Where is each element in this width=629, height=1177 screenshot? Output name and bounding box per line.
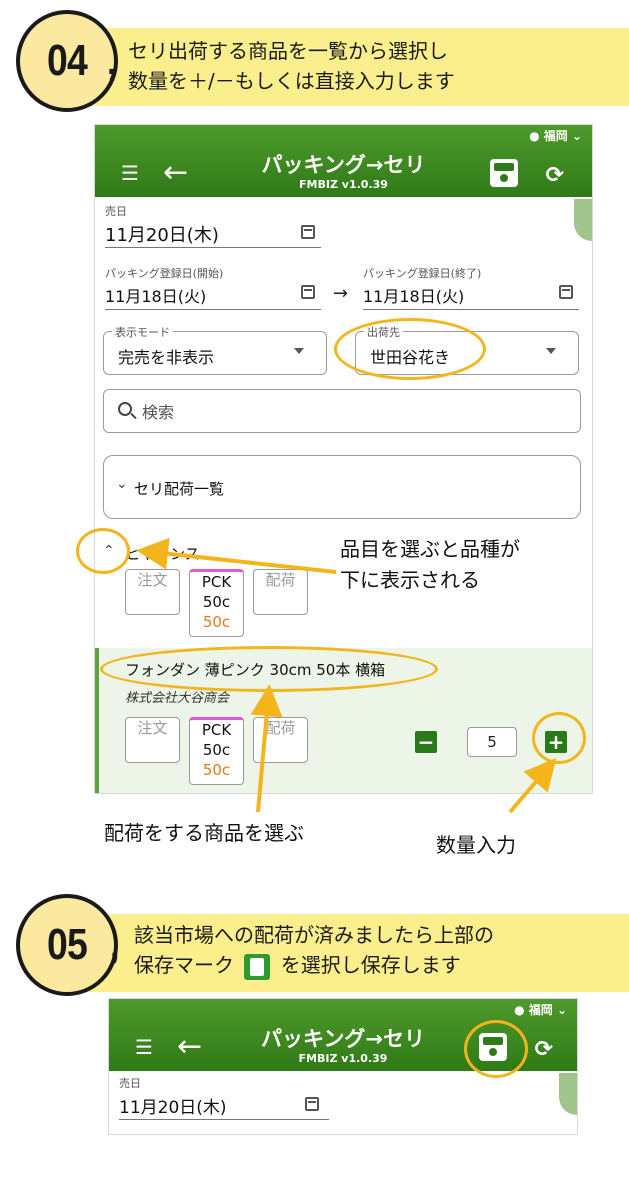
account-menu[interactable]: ● 福岡 ⌄ [514, 1001, 567, 1018]
sale-date-label: 売日 [119, 1077, 141, 1090]
sale-date-calendar-icon[interactable] [305, 1097, 319, 1111]
arrow-to-category [136, 537, 337, 574]
side-drawer-tab[interactable] [559, 1073, 577, 1115]
sale-date-underline [119, 1119, 329, 1120]
arrow-to-increment [508, 757, 557, 814]
highlight-save-icon [464, 1020, 528, 1078]
step5-comma: , [110, 928, 120, 966]
arrow-to-product [250, 684, 283, 813]
step5-number: 05 [47, 920, 88, 969]
inline-save-icon [244, 953, 271, 980]
step5-number-badge: 05 [16, 894, 118, 996]
sale-date-value[interactable]: 11月20日(木) [119, 1093, 227, 1118]
refresh-icon[interactable]: ⟳ [535, 1037, 553, 1062]
step5-instruction: 該当市場への配荷が済みましたら上部の 保存マーク を選択し保存します [134, 920, 494, 980]
